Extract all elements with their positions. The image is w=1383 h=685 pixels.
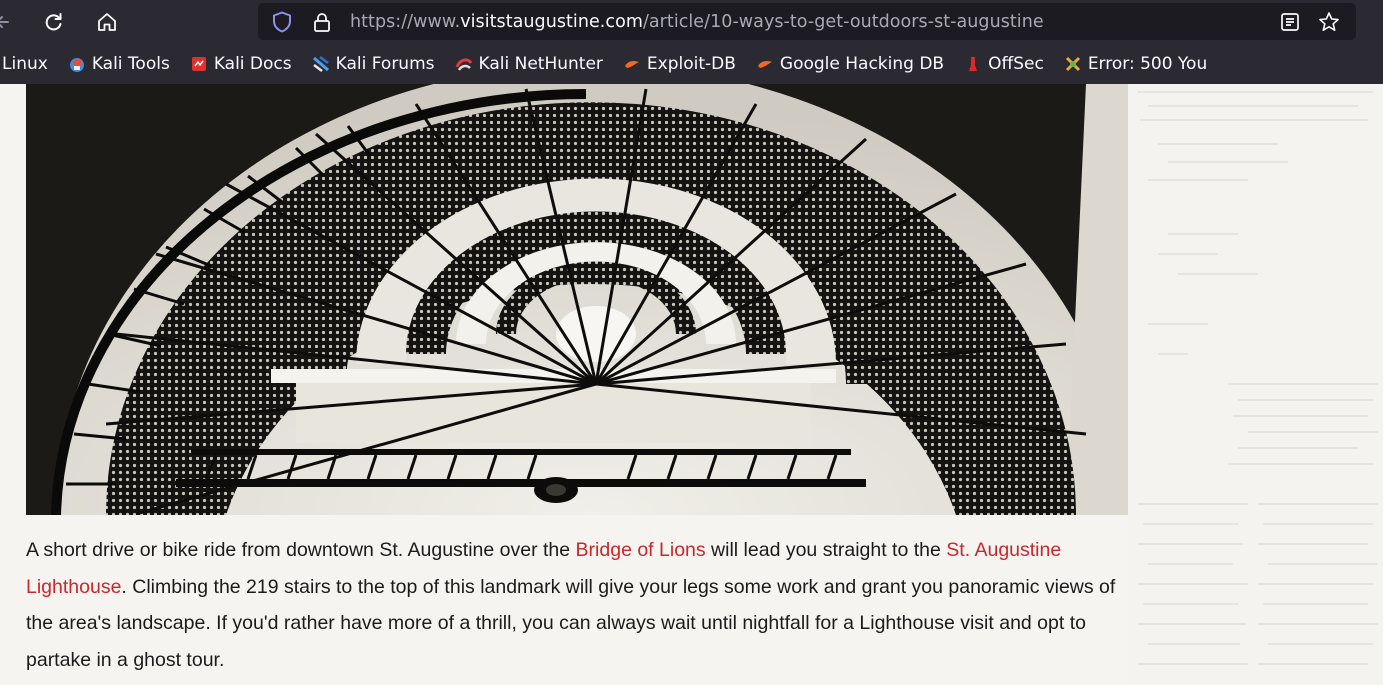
url-text[interactable]: https://www.visitstaugustine.com/article… (350, 12, 1044, 32)
offsec-icon (964, 55, 982, 73)
back-arrow-icon[interactable] (0, 8, 18, 36)
bookmark-kali-forums[interactable]: Kali Forums (312, 44, 435, 84)
bookmark-label: Kali NetHunter (478, 54, 603, 74)
paragraph-text: . Climbing the 219 stairs to the top of … (26, 575, 1116, 671)
bookmark-label: Error: 500 You (1087, 54, 1208, 74)
bookmarks-toolbar: Linux Kali Tools Kali Docs Kali Forums K… (0, 44, 1383, 84)
bookmark-label: Kali Forums (335, 54, 435, 74)
url-protocol: https://www. (350, 12, 461, 32)
page-content: A short drive or bike ride from downtown… (0, 84, 1383, 685)
bookmark-linux[interactable]: Linux (2, 44, 48, 84)
reload-icon[interactable] (40, 8, 68, 36)
bookmark-google-hacking-db[interactable]: Google Hacking DB (756, 44, 944, 84)
browser-toolbar: https://www.visitstaugustine.com/article… (0, 0, 1383, 44)
bookmark-kali-nethunter[interactable]: Kali NetHunter (455, 44, 603, 84)
url-path: /article/10-ways-to-get-outdoors-st-augu… (642, 12, 1044, 32)
paragraph-text: will lead you straight to the (705, 539, 947, 561)
bookmark-error-500[interactable]: Error: 500 You (1064, 44, 1207, 84)
bookmark-label: Linux (2, 54, 48, 74)
bookmark-kali-tools[interactable]: Kali Tools (68, 44, 170, 84)
bookmark-kali-docs[interactable]: Kali Docs (190, 44, 292, 84)
reader-view-icon[interactable] (1280, 12, 1300, 36)
bookmark-exploit-db[interactable]: Exploit-DB (623, 44, 736, 84)
lighthouse-staircase-photo (26, 84, 1128, 515)
home-icon[interactable] (93, 8, 121, 36)
url-bar[interactable]: https://www.visitstaugustine.com/article… (258, 3, 1356, 40)
exploit-db-icon (623, 55, 641, 73)
kali-docs-icon (190, 55, 208, 73)
nethunter-icon (455, 55, 473, 73)
url-host: visitstaugustine.com (460, 12, 643, 32)
kali-forums-icon (312, 55, 330, 73)
bookmark-label: Google Hacking DB (779, 54, 945, 74)
bookmark-star-icon[interactable] (1318, 11, 1340, 37)
ghdb-icon (756, 55, 774, 73)
background-texture (1128, 84, 1383, 685)
bookmark-label: OffSec (988, 54, 1044, 74)
shield-icon[interactable] (272, 11, 292, 37)
article-paragraph: A short drive or bike ride from downtown… (26, 532, 1126, 678)
error-icon (1064, 55, 1082, 73)
paragraph-text: A short drive or bike ride from downtown… (26, 539, 576, 561)
bookmark-label: Kali Tools (91, 54, 170, 74)
bookmark-label: Exploit-DB (646, 54, 736, 74)
bookmark-offsec[interactable]: OffSec (964, 44, 1044, 84)
kali-tools-icon (68, 55, 86, 73)
lock-icon[interactable] (312, 11, 332, 37)
bookmark-label: Kali Docs (213, 54, 292, 74)
bridge-of-lions-link[interactable]: Bridge of Lions (576, 539, 706, 561)
